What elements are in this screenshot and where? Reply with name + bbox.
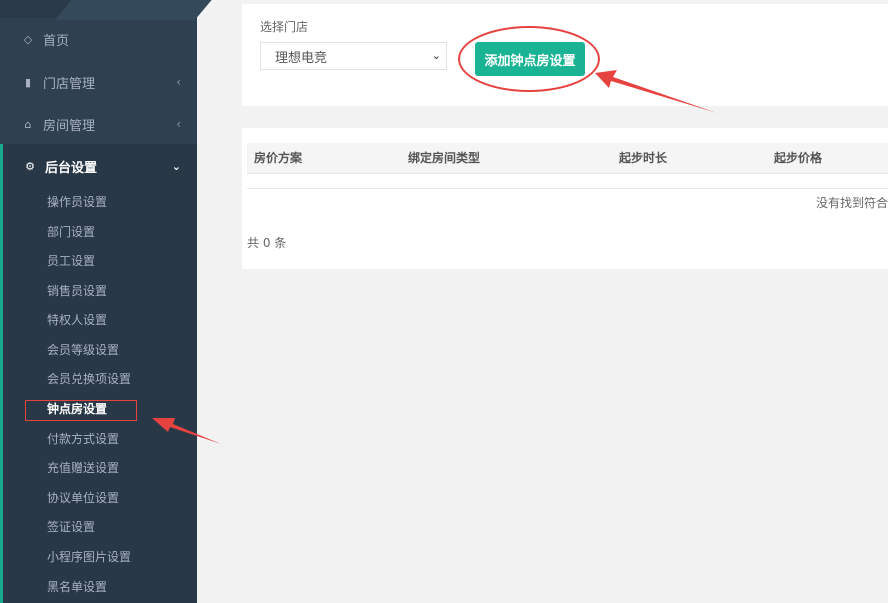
annotation-arrow-button: [595, 70, 717, 113]
annotation-arrows: [152, 70, 717, 444]
annotation-arrow-sidebar: [152, 418, 221, 444]
